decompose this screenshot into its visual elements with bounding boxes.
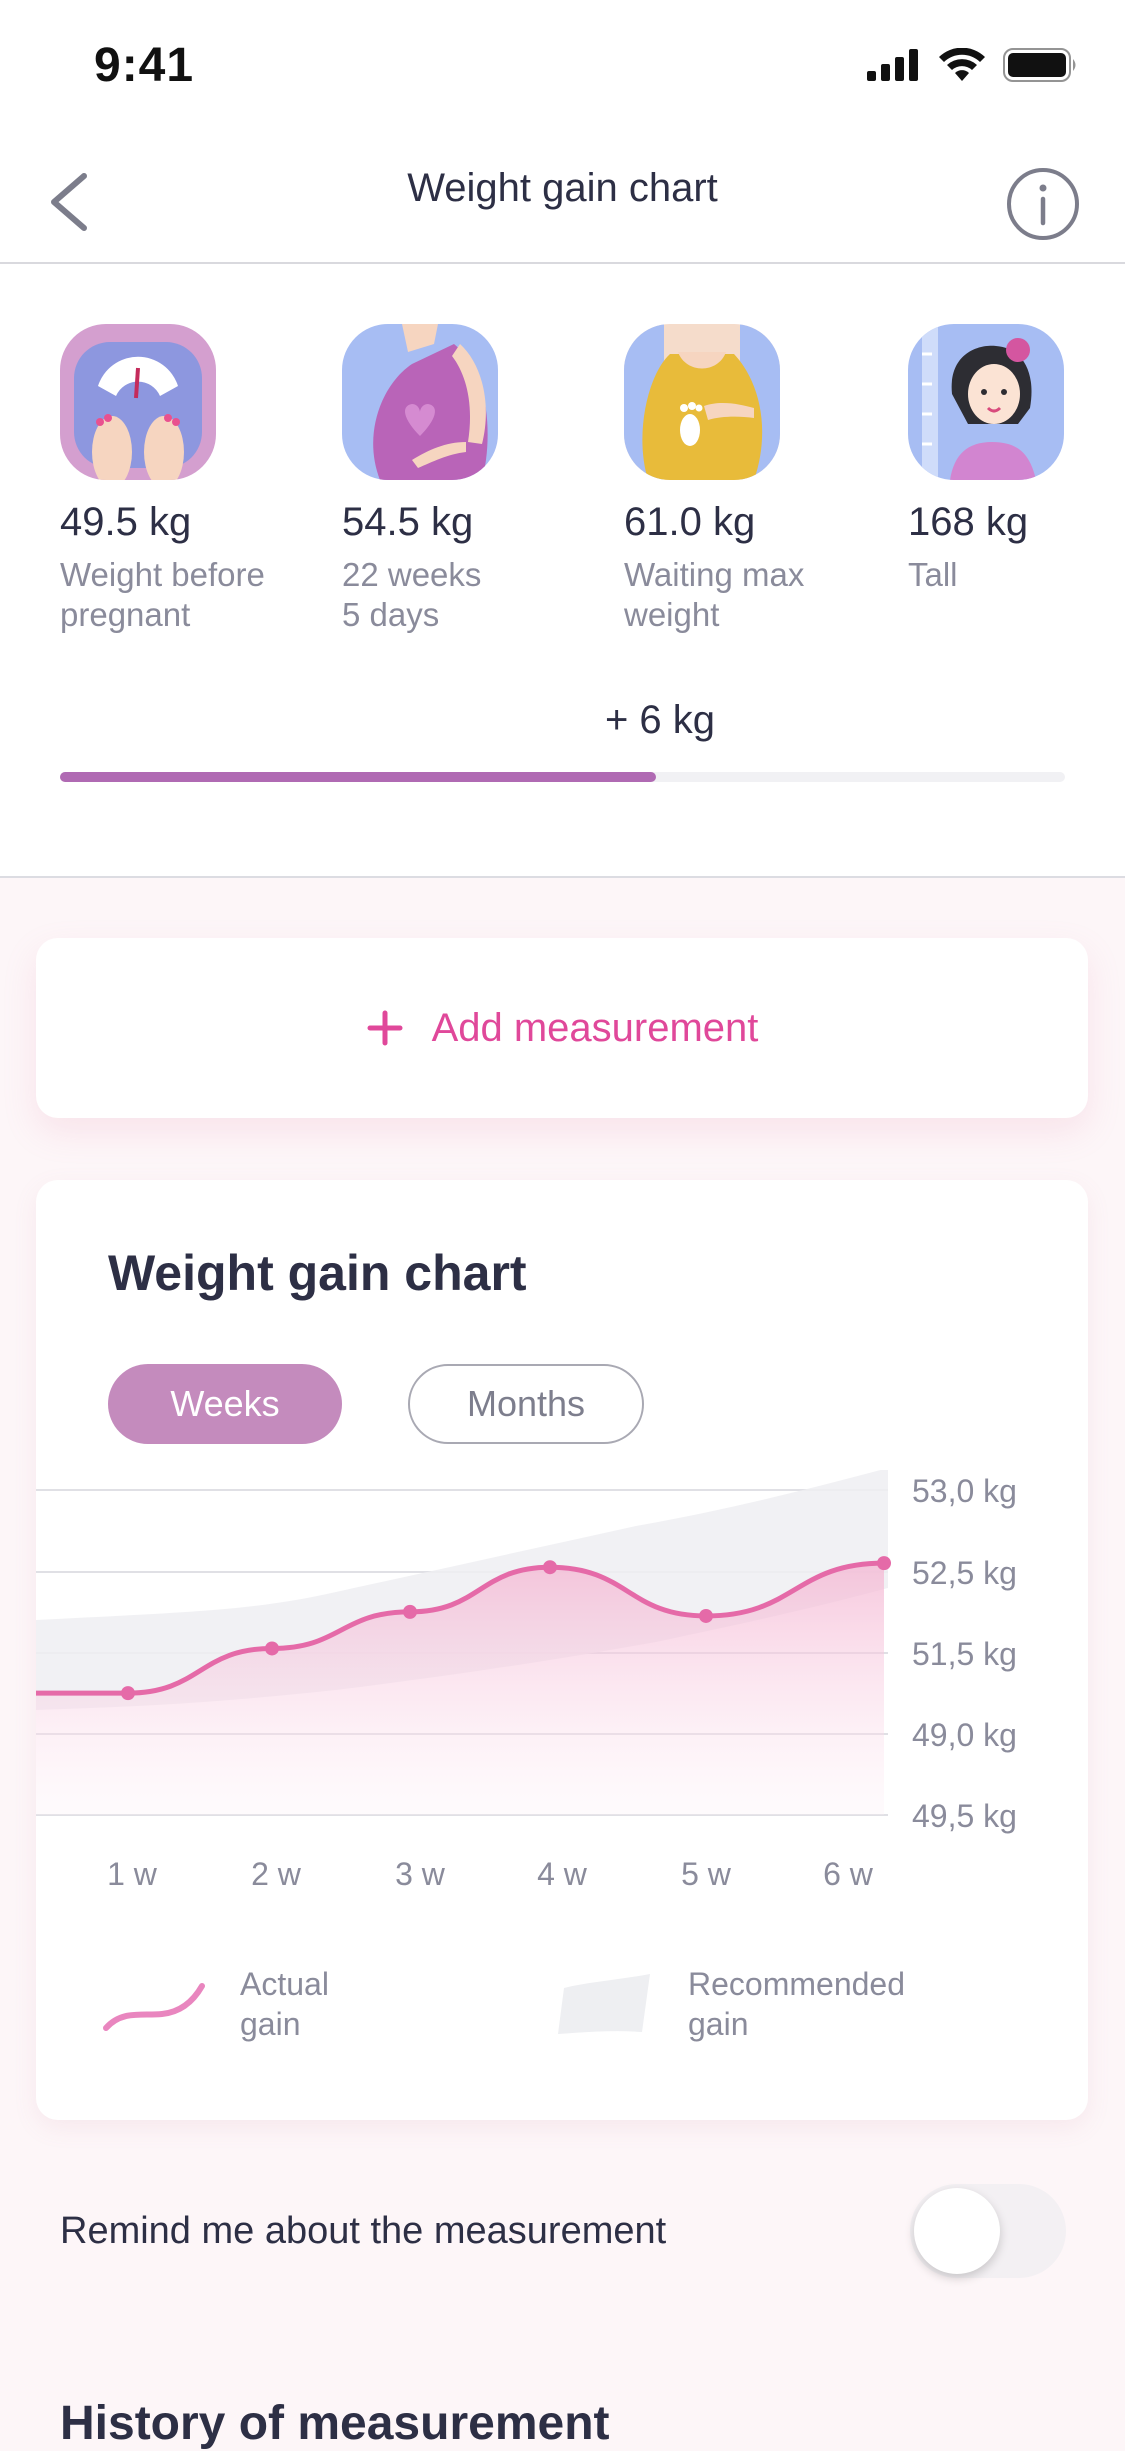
y-tick-label: 49,5 kg xyxy=(912,1798,1017,1834)
recommended-gain-swatch-icon xyxy=(558,1974,650,2034)
weight-chart-card: Weight gain chart Weeks Months 1 w 2 w 3 w… xyxy=(36,1180,1088,2120)
gain-label: + 6 kg xyxy=(604,698,716,742)
stat-max-weight: 61.0 kg Waiting max weight xyxy=(624,324,864,635)
info-button[interactable] xyxy=(1005,166,1081,242)
plus-icon xyxy=(367,1010,403,1046)
signal-icon xyxy=(867,49,918,81)
add-measurement-label: Add measurement xyxy=(431,1005,759,1050)
pregnant-belly-avatar xyxy=(342,324,498,480)
x-tick-label: 6 w xyxy=(823,1856,874,1892)
x-tick-label: 1 w xyxy=(107,1856,158,1892)
data-point xyxy=(403,1604,417,1619)
y-tick-label: 52,5 kg xyxy=(912,1555,1017,1591)
actual-gain-swatch-icon xyxy=(103,1983,205,2031)
woman-height-avatar xyxy=(908,324,1064,480)
section-divider xyxy=(0,876,1125,878)
add-measurement-button[interactable]: Add measurement xyxy=(36,938,1088,1118)
status-icons xyxy=(867,48,1079,82)
tab-weeks[interactable]: Weeks xyxy=(108,1364,342,1444)
stat-weight-before: 49.5 kg Weight before pregnant xyxy=(60,324,300,635)
x-tick-label: 3 w xyxy=(395,1856,446,1892)
page-title: Weight gain chart xyxy=(407,166,718,210)
history-title: History of measurement xyxy=(60,2397,610,2450)
scale-avatar xyxy=(60,324,216,480)
stat-value: 49.5 kg xyxy=(60,500,192,544)
data-point xyxy=(121,1686,135,1701)
stat-label-line1: 22 weeks xyxy=(342,556,482,593)
stat-value: 168 kg xyxy=(908,500,1029,544)
stat-label-line1: Tall xyxy=(908,556,958,593)
stat-current-weight: 54.5 kg 22 weeks 5 days xyxy=(342,324,582,635)
data-point xyxy=(699,1608,713,1623)
x-tick-label: 4 w xyxy=(537,1856,588,1892)
legend-label-line2: gain xyxy=(688,2006,749,2042)
reminder-toggle[interactable] xyxy=(910,2184,1066,2278)
tab-months[interactable]: Months xyxy=(408,1364,644,1444)
gain-progress-bar xyxy=(60,772,1065,782)
legend-actual-gain: Actual gain xyxy=(102,1964,329,2044)
y-tick-label: 53,0 kg xyxy=(912,1473,1017,1509)
legend-recommended-gain: Recommended gain xyxy=(558,1964,905,2044)
weight-gain-chart: 1 w 2 w 3 w 4 w 5 w 6 w 53,0 kg 52,5 kg 51,5 kg… xyxy=(36,1470,1017,1892)
reminder-label: Remind me about the measurement xyxy=(60,2210,667,2252)
y-tick-label: 49,0 kg xyxy=(912,1717,1017,1753)
stat-label-line1: Weight before xyxy=(60,556,265,593)
stat-label-line2: weight xyxy=(624,596,720,633)
stat-label-line2: 5 days xyxy=(342,596,440,633)
status-time: 9:41 xyxy=(94,39,195,92)
stat-label-line1: Waiting max xyxy=(624,556,805,593)
legend-label-line2: gain xyxy=(240,2006,301,2042)
toggle-knob xyxy=(914,2188,1000,2274)
stat-value: 61.0 kg xyxy=(624,500,756,544)
x-tick-label: 2 w xyxy=(251,1856,302,1892)
x-tick-label: 5 w xyxy=(681,1856,732,1892)
stat-value: 54.5 kg xyxy=(342,500,474,544)
legend-label-line1: Actual xyxy=(240,1966,329,2002)
info-icon xyxy=(1007,168,1079,240)
data-point xyxy=(877,1556,891,1571)
legend-label-line1: Recommended xyxy=(688,1966,905,2002)
data-point xyxy=(265,1641,279,1656)
battery-icon xyxy=(1003,48,1076,82)
baby-foot-belly-avatar xyxy=(624,324,780,480)
y-tick-label: 51,5 kg xyxy=(912,1636,1017,1672)
gain-progress-fill xyxy=(60,772,656,782)
wifi-icon xyxy=(939,48,985,81)
stat-height: 168 kg Tall xyxy=(908,324,1125,595)
chart-title: Weight gain chart xyxy=(108,1245,527,1301)
data-point xyxy=(543,1560,557,1575)
stat-label-line2: pregnant xyxy=(60,596,191,633)
nav-divider xyxy=(0,262,1125,264)
